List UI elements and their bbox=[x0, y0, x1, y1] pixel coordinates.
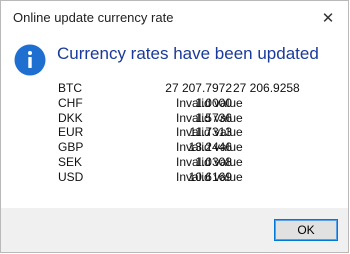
rate-row: SEK 1.0308 Invalid value bbox=[58, 155, 318, 170]
currency-code: USD bbox=[58, 169, 84, 184]
close-button[interactable]: ✕ bbox=[308, 1, 348, 35]
currency-code: BTC bbox=[58, 81, 82, 95]
rate-row: CHF 1.0000 Invalid value bbox=[58, 96, 318, 111]
currency-code: DKK bbox=[58, 110, 83, 125]
invalid-value-text: Invalid value bbox=[176, 169, 243, 184]
previous-rate-value: 27 206.9258 bbox=[233, 81, 300, 95]
rate-row: DKK 1.5736 Invalid value bbox=[58, 111, 318, 126]
currency-code: CHF bbox=[58, 95, 83, 110]
message-heading: Currency rates have been updated bbox=[57, 44, 319, 63]
currency-code: GBP bbox=[58, 140, 84, 155]
dialog-footer: OK bbox=[1, 208, 348, 252]
title-bar[interactable]: Online update currency rate ✕ bbox=[1, 1, 348, 35]
currency-code: SEK bbox=[58, 154, 83, 169]
invalid-value-text: Invalid value bbox=[176, 95, 243, 110]
info-icon bbox=[14, 44, 46, 76]
invalid-value-text: Invalid value bbox=[176, 140, 243, 155]
rates-list: BTC 27 207.7972 27 206.9258 CHF 1.0000 Invali… bbox=[58, 81, 318, 185]
close-icon: ✕ bbox=[321, 10, 335, 27]
rate-row: USD 10.6169 Invalid value bbox=[58, 170, 318, 185]
currency-code: EUR bbox=[58, 125, 84, 140]
rate-row: GBP 13.2446 Invalid value bbox=[58, 140, 318, 155]
update-dialog: Online update currency rate ✕ Currency r… bbox=[0, 0, 349, 253]
ok-button[interactable]: OK bbox=[274, 219, 338, 241]
invalid-value-text: Invalid value bbox=[176, 110, 243, 125]
window-title: Online update currency rate bbox=[13, 10, 174, 25]
dialog-content: Currency rates have been updated BTC 27 2… bbox=[1, 35, 348, 210]
invalid-value-text: Invalid value bbox=[176, 125, 243, 140]
rate-value: 27 207.7972 bbox=[165, 81, 232, 95]
invalid-value-text: Invalid value bbox=[176, 154, 243, 169]
rate-row: BTC 27 207.7972 27 206.9258 bbox=[58, 81, 318, 96]
rate-row: EUR 11.7313 Invalid value bbox=[58, 125, 318, 140]
